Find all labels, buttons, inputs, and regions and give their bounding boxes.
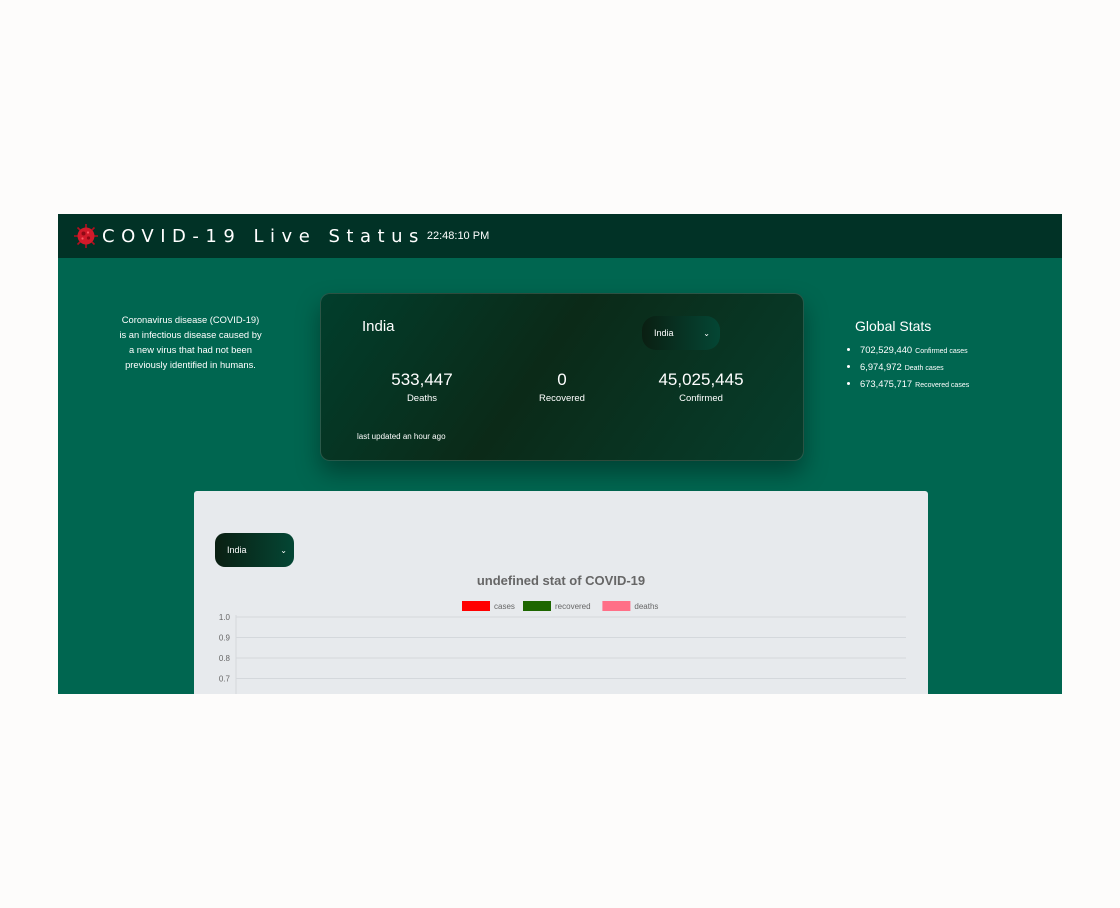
list-item: 6,974,972Death cases [860, 359, 969, 376]
stat-value: 533,447 [391, 370, 453, 389]
y-tick-label: 0.7 [219, 675, 231, 684]
brand-title: COVID-19 Live Status [102, 225, 425, 247]
global-stat-value: 673,475,717 [860, 378, 913, 389]
global-stat-value: 6,974,972 [860, 361, 902, 372]
global-stat-label: Death cases [904, 365, 944, 372]
virus-icon [73, 223, 99, 249]
list-item: 702,529,440Confirmed cases [860, 342, 969, 359]
legend-label-cases: cases [494, 602, 515, 611]
card-country-name: India [362, 318, 395, 335]
country-select-value: India [654, 328, 674, 338]
line-chart: undefined stat of COVID-19 cases recovered… [219, 573, 906, 694]
stat-label: Deaths [406, 393, 438, 404]
chart-title: undefined stat of COVID-19 [477, 573, 645, 588]
global-stats-title: Global Stats [855, 318, 932, 334]
stat-recovered: 0 Recovered [487, 370, 637, 404]
legend-label-recovered: recovered [555, 602, 591, 611]
list-item: 673,475,717Recovered cases [860, 376, 969, 393]
global-stat-value: 702,529,440 [860, 344, 913, 355]
global-stat-label: Recovered cases [915, 382, 970, 389]
legend-swatch-deaths [602, 601, 631, 611]
y-tick-label: 0.9 [219, 634, 231, 643]
chart-panel: India ⌄ undefined stat of COVID-19 cases r… [194, 491, 928, 694]
stat-label: Confirmed [679, 393, 723, 404]
global-stat-label: Confirmed cases [915, 348, 968, 355]
legend-swatch-recovered [523, 601, 551, 611]
global-stats: Global Stats 702,529,440Confirmed cases … [845, 318, 969, 393]
stat-value: 45,025,445 [658, 370, 744, 389]
stat-label: Recovered [539, 393, 585, 404]
last-updated: last updated an hour ago [357, 432, 446, 441]
stat-deaths: 533,447 Deaths [347, 370, 497, 404]
stat-confirmed: 45,025,445 Confirmed [626, 370, 776, 404]
navbar: COVID-19 Live Status 22:48:10 PM [58, 214, 1062, 258]
intro-text: Coronavirus disease (COVID-19) is an inf… [119, 314, 262, 370]
stat-value: 0 [557, 370, 567, 389]
global-stats-list: 702,529,440Confirmed cases 6,974,972Deat… [845, 342, 969, 393]
chevron-down-icon: ⌄ [703, 328, 710, 338]
legend-swatch-cases [462, 601, 490, 611]
country-stats-card: India India ⌄ 533,447 Deaths 0 Recovered… [320, 293, 804, 461]
y-tick-label: 1.0 [219, 613, 231, 622]
legend-label-deaths: deaths [634, 602, 658, 611]
clock: 22:48:10 PM [426, 230, 490, 242]
app-viewport: COVID-19 Live Status 22:48:10 PM Coronav… [58, 214, 1062, 694]
country-select[interactable]: India ⌄ [642, 316, 720, 350]
y-tick-label: 0.8 [219, 654, 231, 663]
